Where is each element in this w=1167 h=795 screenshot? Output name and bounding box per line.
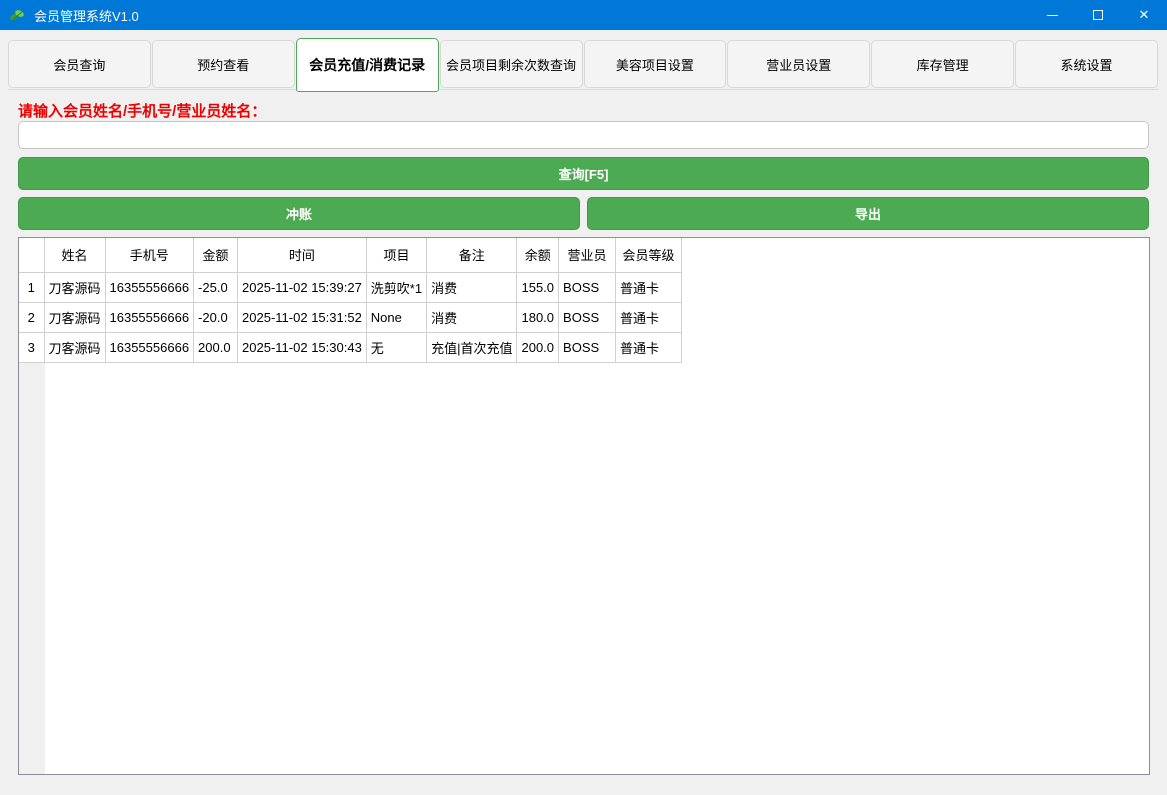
records-table-panel: 姓名 手机号 金额 时间 项目 备注 余额 营业员 会员等级 1 刀客源码 16… [18, 237, 1150, 775]
table-row[interactable]: 2 刀客源码 16355556666 -20.0 2025-11-02 15:3… [19, 302, 682, 332]
window-title: 会员管理系统V1.0 [34, 6, 139, 25]
cell-phone[interactable]: 16355556666 [105, 272, 194, 302]
tab-project-remaining-query[interactable]: 会员项目剩余次数查询 [440, 40, 583, 88]
cell-project[interactable]: None [366, 302, 426, 332]
app-leaf-icon [8, 6, 26, 24]
tab-appointment-view[interactable]: 预约查看 [152, 40, 295, 88]
minimize-button[interactable] [1029, 0, 1075, 30]
cell-rownum[interactable]: 2 [19, 302, 44, 332]
header-name[interactable]: 姓名 [44, 238, 105, 272]
header-time[interactable]: 时间 [238, 238, 367, 272]
chargeback-button[interactable]: 冲账 [18, 197, 580, 230]
cell-project[interactable]: 无 [366, 332, 426, 362]
header-member-level[interactable]: 会员等级 [616, 238, 682, 272]
cell-balance[interactable]: 180.0 [517, 302, 559, 332]
row-header-strip [19, 363, 45, 774]
tab-recharge-consume-records[interactable]: 会员充值/消费记录 [296, 38, 439, 92]
cell-time[interactable]: 2025-11-02 15:31:52 [238, 302, 367, 332]
cell-member-level[interactable]: 普通卡 [616, 302, 682, 332]
cell-note[interactable]: 消费 [427, 272, 517, 302]
cell-clerk[interactable]: BOSS [559, 332, 616, 362]
header-project[interactable]: 项目 [366, 238, 426, 272]
header-clerk[interactable]: 营业员 [559, 238, 616, 272]
maximize-button[interactable] [1075, 0, 1121, 30]
table-row[interactable]: 1 刀客源码 16355556666 -25.0 2025-11-02 15:3… [19, 272, 682, 302]
cell-member-level[interactable]: 普通卡 [616, 272, 682, 302]
minimize-icon [1047, 15, 1058, 16]
cell-time[interactable]: 2025-11-02 15:39:27 [238, 272, 367, 302]
window-titlebar[interactable]: 会员管理系统V1.0 ✕ [0, 0, 1167, 30]
header-rownum[interactable] [19, 238, 44, 272]
search-label: 请输入会员姓名/手机号/营业员姓名： [18, 100, 266, 121]
header-amount[interactable]: 金额 [194, 238, 238, 272]
cell-balance[interactable]: 155.0 [517, 272, 559, 302]
tab-beauty-project-settings[interactable]: 美容项目设置 [584, 40, 727, 88]
cell-balance[interactable]: 200.0 [517, 332, 559, 362]
cell-rownum[interactable]: 1 [19, 272, 44, 302]
header-balance[interactable]: 余额 [517, 238, 559, 272]
tab-bar: 会员查询 预约查看 会员充值/消费记录 会员项目剩余次数查询 美容项目设置 营业… [8, 38, 1159, 90]
cell-rownum[interactable]: 3 [19, 332, 44, 362]
query-button[interactable]: 查询[F5] [18, 157, 1149, 190]
export-button[interactable]: 导出 [587, 197, 1149, 230]
cell-clerk[interactable]: BOSS [559, 302, 616, 332]
tab-member-query[interactable]: 会员查询 [8, 40, 151, 88]
cell-name[interactable]: 刀客源码 [44, 332, 105, 362]
close-button[interactable]: ✕ [1121, 0, 1167, 30]
cell-name[interactable]: 刀客源码 [44, 272, 105, 302]
table-row[interactable]: 3 刀客源码 16355556666 200.0 2025-11-02 15:3… [19, 332, 682, 362]
tab-clerk-settings[interactable]: 营业员设置 [727, 40, 870, 88]
maximize-icon [1093, 10, 1103, 20]
records-table: 姓名 手机号 金额 时间 项目 备注 余额 营业员 会员等级 1 刀客源码 16… [19, 238, 682, 363]
cell-note[interactable]: 消费 [427, 302, 517, 332]
cell-phone[interactable]: 16355556666 [105, 332, 194, 362]
table-header-row: 姓名 手机号 金额 时间 项目 备注 余额 营业员 会员等级 [19, 238, 682, 272]
header-phone[interactable]: 手机号 [105, 238, 194, 272]
search-input[interactable] [18, 121, 1149, 149]
cell-member-level[interactable]: 普通卡 [616, 332, 682, 362]
cell-clerk[interactable]: BOSS [559, 272, 616, 302]
cell-time[interactable]: 2025-11-02 15:30:43 [238, 332, 367, 362]
cell-phone[interactable]: 16355556666 [105, 302, 194, 332]
cell-amount[interactable]: 200.0 [194, 332, 238, 362]
cell-amount[interactable]: -20.0 [194, 302, 238, 332]
close-icon: ✕ [1139, 7, 1150, 23]
window-controls: ✕ [1029, 0, 1167, 30]
cell-note[interactable]: 充值|首次充值 [427, 332, 517, 362]
header-note[interactable]: 备注 [427, 238, 517, 272]
tab-inventory-management[interactable]: 库存管理 [871, 40, 1014, 88]
cell-project[interactable]: 洗剪吹*1 [366, 272, 426, 302]
cell-amount[interactable]: -25.0 [194, 272, 238, 302]
cell-name[interactable]: 刀客源码 [44, 302, 105, 332]
tab-system-settings[interactable]: 系统设置 [1015, 40, 1158, 88]
